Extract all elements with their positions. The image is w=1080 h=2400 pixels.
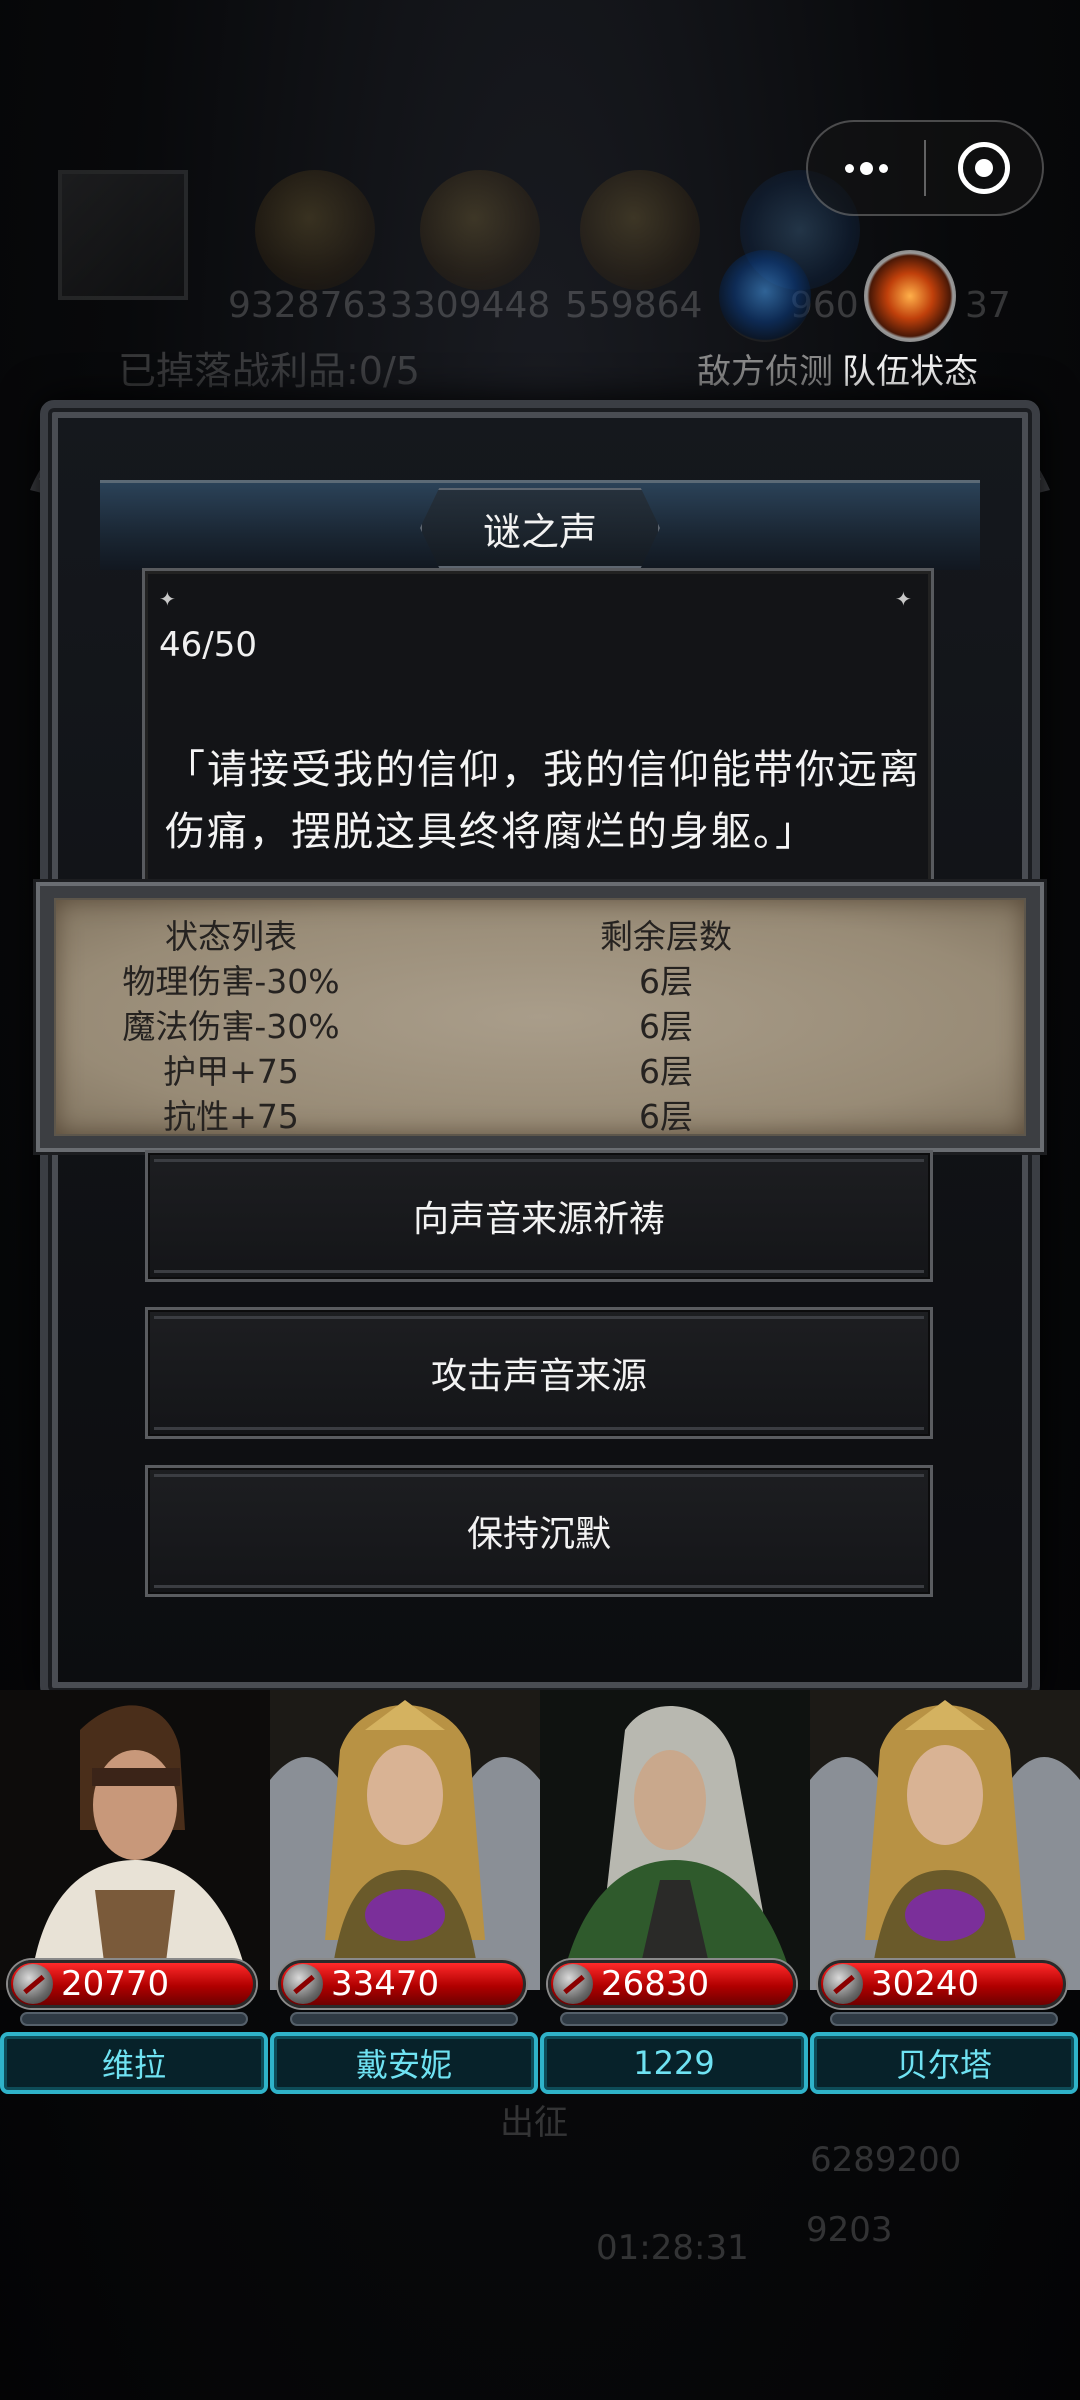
story-box: ✦ ✦ 46/50 「请接受我的信仰，我的信仰能带你远离伤痛，摆脱这具终将腐烂的… xyxy=(142,568,934,888)
status-row: 护甲+75 6层 xyxy=(56,1045,1024,1091)
scout-orb-icon xyxy=(719,250,811,342)
status-stacks: 6层 xyxy=(639,962,693,1001)
hp-value: 33470 xyxy=(331,1964,440,2004)
hero-portrait xyxy=(0,1690,270,1990)
more-button[interactable] xyxy=(808,122,924,214)
sword-icon xyxy=(13,1964,53,2004)
team-status-icon xyxy=(864,250,956,342)
sword-icon xyxy=(553,1964,593,2004)
option-attack-button[interactable]: 攻击声音来源 xyxy=(145,1307,933,1439)
status-col-name: 状态列表 xyxy=(165,917,297,956)
hero-name-plate: 戴安妮 xyxy=(270,2032,538,2094)
status-row: 魔法伤害-30% 6层 xyxy=(56,1000,1024,1046)
hero-card[interactable]: 30240 贝尔塔 xyxy=(810,1690,1080,2094)
resource-icon xyxy=(255,170,375,290)
hp-bar: 33470 xyxy=(278,1960,526,2008)
hero-name: 戴安妮 xyxy=(355,2046,452,2084)
stat-value: 3309448 xyxy=(390,285,551,326)
hero-name-plate: 1229 xyxy=(540,2032,808,2094)
hero-card[interactable]: 26830 1229 xyxy=(540,1690,810,2094)
option-label: 攻击声音来源 xyxy=(430,1356,647,1397)
hero-portrait xyxy=(810,1690,1080,1990)
hero-name-plate: 贝尔塔 xyxy=(810,2032,1078,2094)
status-col-stacks: 剩余层数 xyxy=(600,917,732,956)
energy-bar xyxy=(560,2012,788,2026)
option-label: 向声音来源祈祷 xyxy=(412,1199,665,1240)
hp-bar: 20770 xyxy=(8,1960,256,2008)
hero-name-plate: 维拉 xyxy=(0,2032,268,2094)
team-status-button[interactable]: 队伍状态 xyxy=(830,250,990,393)
close-button[interactable] xyxy=(926,122,1042,214)
gold-value: 6289200 xyxy=(810,2140,962,2180)
timer: 01:28:31 xyxy=(596,2228,749,2268)
stat-value: 9328763 xyxy=(228,285,389,326)
option-label: 保持沉默 xyxy=(466,1514,611,1555)
option-silent-button[interactable]: 保持沉默 xyxy=(145,1465,933,1597)
status-table: 状态列表 剩余层数 物理伤害-30% 6层 魔法伤害-30% 6层 护甲+75 … xyxy=(36,882,1044,1152)
target-circle-icon xyxy=(958,142,1010,194)
status-row: 物理伤害-30% 6层 xyxy=(56,955,1024,1001)
status-parchment: 状态列表 剩余层数 物理伤害-30% 6层 魔法伤害-30% 6层 护甲+75 … xyxy=(54,898,1026,1136)
hero-name: 贝尔塔 xyxy=(895,2046,992,2084)
event-counter: 46/50 xyxy=(159,625,257,665)
dialog-title-plate: 谜之声 xyxy=(420,488,660,568)
expedition-label: 出征 xyxy=(500,2103,568,2143)
status-stacks: 6层 xyxy=(639,1097,693,1136)
sparkle-icon: ✦ xyxy=(159,587,176,611)
status-name: 抗性+75 xyxy=(163,1097,299,1136)
player-portrait xyxy=(58,170,188,300)
mini-program-capsule xyxy=(806,120,1044,216)
sparkle-icon: ✦ xyxy=(895,587,912,611)
hero-name: 维拉 xyxy=(101,2046,166,2084)
resource-icon xyxy=(420,170,540,290)
sword-icon xyxy=(283,1964,323,2004)
status-name: 物理伤害-30% xyxy=(122,962,340,1001)
hero-name: 1229 xyxy=(633,2044,715,2082)
hp-bar: 30240 xyxy=(818,1960,1066,2008)
status-row: 抗性+75 6层 xyxy=(56,1090,1024,1136)
hp-value: 20770 xyxy=(61,1964,170,2004)
status-name: 护甲+75 xyxy=(163,1052,299,1091)
energy-bar xyxy=(830,2012,1058,2026)
energy-bar xyxy=(20,2012,248,2026)
hp-value: 30240 xyxy=(871,1964,980,2004)
more-dots-icon xyxy=(844,161,888,175)
status-stacks: 6层 xyxy=(639,1052,693,1091)
status-header: 状态列表 剩余层数 xyxy=(56,910,1024,956)
hero-portrait xyxy=(270,1690,540,1990)
gem-value: 9203 xyxy=(806,2210,893,2250)
story-text: 「请接受我的信仰，我的信仰能带你远离伤痛，摆脱这具终将腐烂的身躯。」 xyxy=(165,747,921,855)
hero-card[interactable]: 20770 维拉 xyxy=(0,1690,270,2094)
hp-bar: 26830 xyxy=(548,1960,796,2008)
hero-card[interactable]: 33470 戴安妮 xyxy=(270,1690,540,2094)
sword-icon xyxy=(823,1964,863,2004)
energy-bar xyxy=(290,2012,518,2026)
status-stacks: 6层 xyxy=(639,1007,693,1046)
hp-value: 26830 xyxy=(601,1964,710,2004)
option-pray-button[interactable]: 向声音来源祈祷 xyxy=(145,1150,933,1282)
dialog-title: 谜之声 xyxy=(482,509,597,554)
status-name: 魔法伤害-30% xyxy=(122,1007,340,1046)
hero-portrait xyxy=(540,1690,810,1990)
